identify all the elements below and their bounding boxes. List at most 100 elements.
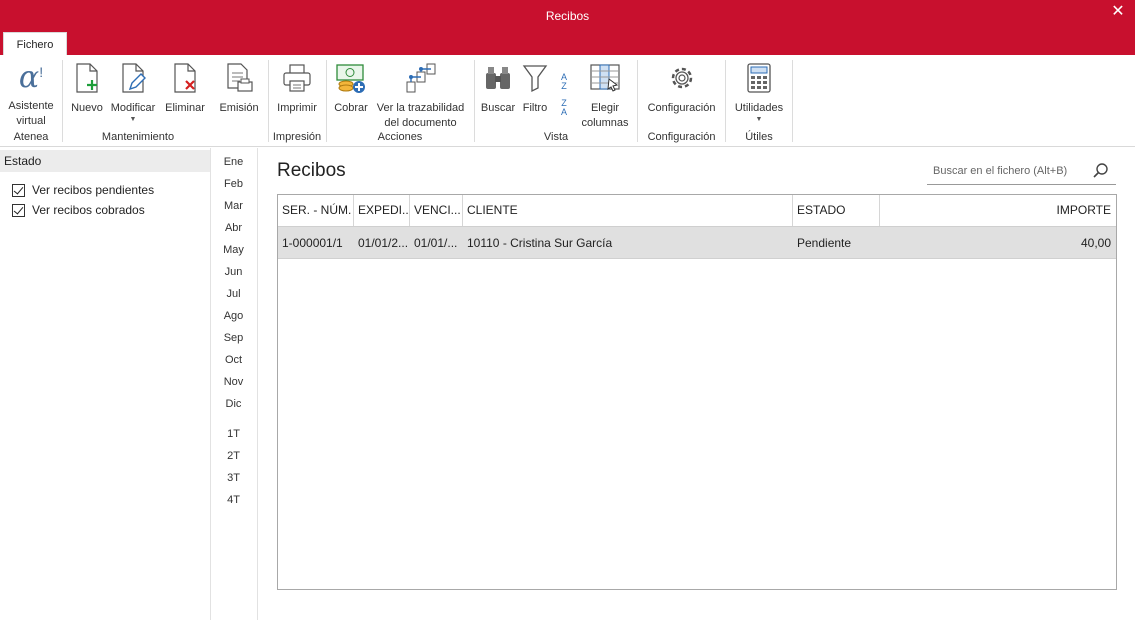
money-icon [334,61,368,95]
group-label-mantenimiento: Mantenimiento [101,131,175,143]
columns-icon [588,61,622,95]
printer-icon [280,61,314,95]
table-header: SER. - NÚM. EXPEDI... VENCI... CLIENTE E… [278,195,1116,227]
edit-document-icon [116,61,150,95]
group-label-configuracion: Configuración [647,131,716,143]
sort-az-icon: AZ [560,72,567,91]
cell-expedicion: 01/01/2... [358,236,409,250]
cell-estado: Pendiente [797,236,852,250]
search-icon[interactable] [1092,162,1110,180]
quarter-3t[interactable]: 3T [212,472,255,484]
month-oct[interactable]: Oct [212,354,255,366]
configuracion-label: Configuración [647,102,716,114]
nuevo-label: Nuevo [71,102,103,114]
month-jun[interactable]: Jun [212,266,255,278]
month-feb[interactable]: Feb [212,178,255,190]
page-title: Recibos [277,160,346,181]
buscar-label: Buscar [480,102,516,114]
group-impresion: Imprimir Impresión [269,59,325,143]
column-header-estado[interactable]: ESTADO [793,195,880,226]
print-document-icon [222,61,256,95]
filter-pendientes[interactable]: Ver recibos pendientes [12,182,154,198]
modificar-button[interactable]: Modificar ▼ [107,61,159,124]
month-sep[interactable]: Sep [212,332,255,344]
alpha-icon: α! [18,60,44,95]
month-abr[interactable]: Abr [212,222,255,234]
delete-document-icon [168,61,202,95]
sort-za-icon: ZA [560,98,567,117]
sort-descending-button[interactable]: ZA [554,99,574,117]
ribbon: α! Asistente virtual Atenea Nuevo Modifi… [0,55,1135,147]
cell-vencimiento: 01/01/... [414,236,458,250]
cell-ser-num: 1-000001/1 [282,236,343,250]
quarter-2t[interactable]: 2T [212,450,255,462]
group-configuracion: Configuración Configuración [638,59,725,143]
group-acciones: Cobrar Ver la trazabilidad del documento… [327,59,473,143]
buscar-button[interactable]: Buscar [479,61,517,116]
column-header-importe[interactable]: IMPORTE [880,195,1116,226]
cobrar-button[interactable]: Cobrar [331,61,371,116]
sort-ascending-button[interactable]: AZ [554,73,574,91]
calculator-icon [742,61,776,95]
checkbox-checked-icon[interactable] [12,203,25,217]
group-utiles: Utilidades ▼ Útiles [726,59,792,143]
search-placeholder: Buscar en el fichero (Alt+B) [933,165,1068,177]
imprimir-button[interactable]: Imprimir [272,61,322,116]
virtual-label: virtual [16,115,46,127]
month-mar[interactable]: Mar [212,200,255,212]
period-selector: Ene Feb Mar Abr May Jun Jul Ago Sep Oct … [212,148,258,620]
month-dic[interactable]: Dic [212,398,255,410]
asistente-virtual-button[interactable]: α! Asistente virtual [6,61,56,129]
checkbox-checked-icon[interactable] [12,183,25,197]
trazabilidad-button[interactable]: Ver la trazabilidad del documento [372,61,469,131]
filter-icon [518,61,552,95]
tab-strip: Fichero [0,32,1135,55]
cell-cliente: 10110 - Cristina Sur García [467,236,613,250]
window-title: Recibos [545,9,590,23]
trazabilidad-label-2: del documento [384,117,457,129]
filtro-button[interactable]: Filtro [518,61,552,116]
imprimir-label: Imprimir [277,102,317,114]
title-bar: Recibos ✕ [0,0,1135,32]
group-mantenimiento: Nuevo Modificar ▼ Eliminar Mantenimiento [63,59,213,143]
elegir-label-1: Elegir [590,102,620,114]
binoculars-icon [481,61,515,95]
estado-header: Estado [0,150,210,172]
utilidades-button[interactable]: Utilidades ▼ [730,61,788,124]
group-label-impresion: Impresión [272,131,322,143]
column-header-expedicion[interactable]: EXPEDI... [354,195,410,226]
chevron-down-icon: ▼ [755,116,763,123]
month-ene[interactable]: Ene [212,156,255,168]
month-nov[interactable]: Nov [212,376,255,388]
eliminar-button[interactable]: Eliminar [162,61,208,116]
quarter-1t[interactable]: 1T [212,428,255,440]
group-atenea: α! Asistente virtual Atenea [0,59,62,144]
tab-fichero[interactable]: Fichero [3,32,67,55]
emision-button[interactable]: Emisión [216,61,262,116]
month-may[interactable]: May [212,244,255,256]
group-vista: Buscar Filtro AZ ZA Elegir columnas Vist… [475,59,637,143]
column-header-cliente[interactable]: CLIENTE [463,195,793,226]
close-icon[interactable]: ✕ [1110,4,1126,20]
cell-importe: 40,00 [1080,236,1111,250]
quarter-4t[interactable]: 4T [212,494,255,506]
search-input[interactable]: Buscar en el fichero (Alt+B) [927,158,1116,185]
group-label-atenea: Atenea [13,131,49,143]
month-jul[interactable]: Jul [212,288,255,300]
configuracion-button[interactable]: Configuración [642,61,721,116]
month-ago[interactable]: Ago [212,310,255,322]
new-document-icon [70,61,104,95]
emision-label: Emisión [219,102,259,114]
filter-cobrados[interactable]: Ver recibos cobrados [12,202,145,218]
column-header-vencimiento[interactable]: VENCI... [410,195,463,226]
column-header-ser-num[interactable]: SER. - NÚM. [278,195,354,226]
elegir-columnas-button[interactable]: Elegir columnas [577,61,633,131]
table-row[interactable]: 1-000001/1 01/01/2... 01/01/... 10110 - … [278,227,1116,259]
receipts-table: SER. - NÚM. EXPEDI... VENCI... CLIENTE E… [277,194,1117,590]
traceability-icon [404,61,438,95]
chevron-down-icon: ▼ [129,116,137,123]
modificar-label: Modificar [110,102,156,114]
nuevo-button[interactable]: Nuevo [67,61,107,116]
filter-pendientes-label: Ver recibos pendientes [32,183,155,197]
gear-icon [665,61,699,95]
